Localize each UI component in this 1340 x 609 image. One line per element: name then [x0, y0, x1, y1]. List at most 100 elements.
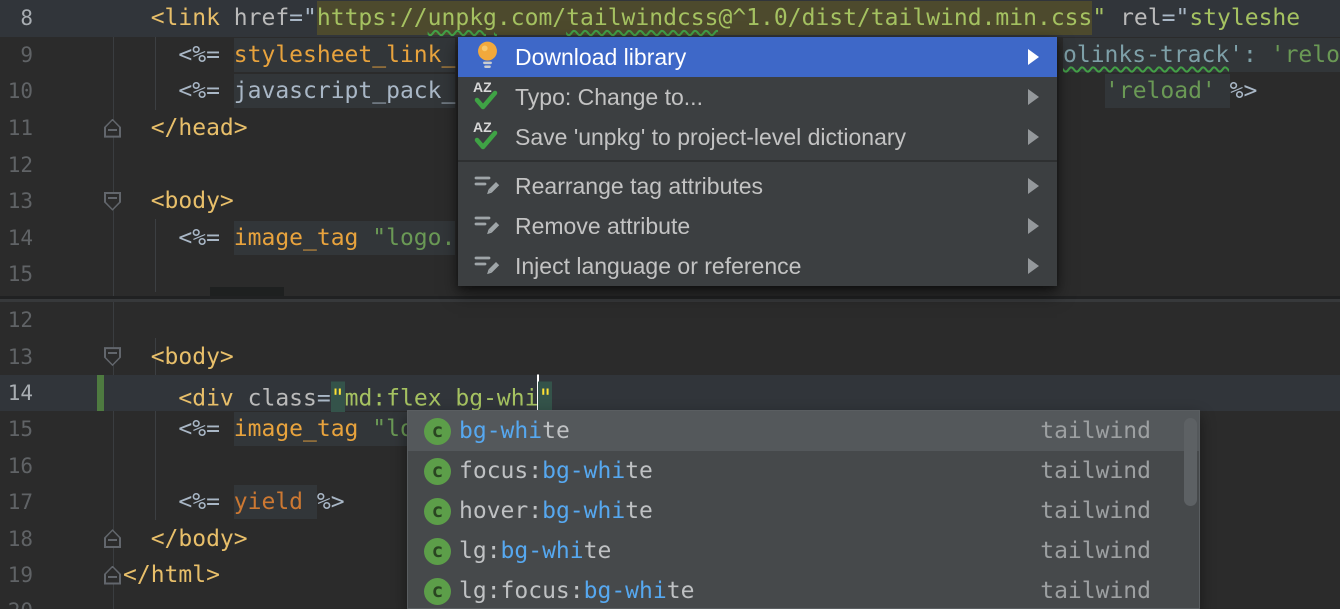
fold-marker-end[interactable]	[104, 566, 121, 585]
code-token: href	[234, 1, 289, 35]
code-line[interactable]: 14 <div class="md:flex bg-whi"	[0, 375, 1340, 411]
line-number: 16	[0, 454, 33, 478]
code-token: image_tag	[234, 412, 372, 446]
line-number: 8	[0, 6, 33, 30]
code-chunk: <%= yield %>	[178, 489, 344, 515]
completion-item-label: hover:bg-white	[459, 498, 653, 524]
completion-library-tag: tailwind	[1040, 578, 1151, 604]
completion-item[interactable]: clg:focus:bg-whitetailwind	[408, 571, 1199, 609]
intention-item[interactable]: AZTypo: Change to...	[458, 77, 1057, 117]
completion-rest-text: te	[542, 418, 570, 444]
line-number: 15	[0, 262, 33, 286]
completion-library-tag: tailwind	[1040, 538, 1151, 564]
completion-item-label: focus:bg-white	[459, 458, 653, 484]
ide-editor-screenshot: 8 <link href="https://unpkg.com/tailwindc…	[0, 0, 1340, 609]
code-token: %>	[1230, 74, 1258, 108]
css-class-icon: c	[424, 498, 451, 525]
code-token: %>	[317, 485, 345, 519]
intention-actions-popup: Download library AZTypo: Change to...AZSa…	[458, 37, 1057, 286]
line-number: 11	[0, 116, 33, 140]
code-token: </body>	[151, 522, 248, 556]
code-token: .com/	[497, 1, 566, 35]
completion-matched-text: bg-whi	[584, 578, 667, 604]
code-chunk: 'reload' %>	[1105, 78, 1257, 104]
completion-item[interactable]: c bg-white tailwind	[408, 411, 1199, 451]
code-chunk: <%= javascript_pack_	[178, 78, 455, 104]
submenu-arrow-icon	[1028, 49, 1039, 65]
code-token	[1106, 1, 1120, 35]
code-line[interactable]: 13 <body>	[0, 338, 1340, 374]
edit-icon	[473, 250, 501, 283]
scrollbar-thumb[interactable]	[1184, 418, 1197, 506]
intention-item-label: Save 'unpkg' to project-level dictionary	[515, 124, 906, 151]
completion-rest-text: te	[667, 578, 695, 604]
line-number: 19	[0, 563, 33, 587]
line-number: 12	[0, 308, 33, 332]
css-class-icon: c	[424, 538, 451, 565]
code-token: image_tag	[234, 221, 372, 255]
fold-marker-start[interactable]	[104, 192, 121, 211]
code-token: https://	[317, 1, 428, 35]
code-token: 'reload'	[1105, 74, 1230, 108]
code-token: tailwindcss	[566, 1, 718, 35]
intention-item-label: Inject language or reference	[515, 253, 801, 280]
completion-item-label: bg-white	[459, 418, 570, 444]
completion-item[interactable]: clg:bg-whitetailwind	[408, 531, 1199, 571]
code-token: ':	[1229, 38, 1271, 72]
submenu-arrow-icon	[1028, 129, 1039, 145]
code-token: unpkg	[428, 1, 497, 35]
completion-matched-text: bg-whi	[501, 538, 584, 564]
line-number: 18	[0, 527, 33, 551]
code-chunk: </body>	[151, 526, 248, 552]
intention-item[interactable]: Rearrange tag attributes	[458, 166, 1057, 206]
code-line[interactable]: 12	[0, 302, 1340, 338]
code-chunk: <%= stylesheet_link_	[178, 42, 455, 68]
code-token: <body>	[151, 340, 234, 374]
line-number: 15	[0, 417, 33, 441]
line-number: 10	[0, 79, 33, 103]
intention-item[interactable]: AZSave 'unpkg' to project-level dictiona…	[458, 117, 1057, 157]
code-token: <%=	[178, 485, 233, 519]
submenu-arrow-icon	[1028, 258, 1039, 274]
fold-marker-end[interactable]	[104, 529, 121, 548]
line-number: 20	[0, 599, 33, 609]
submenu-arrow-icon	[1028, 178, 1039, 194]
intention-item-label: Typo: Change to...	[515, 84, 703, 111]
code-line[interactable]: 8 <link href="https://unpkg.com/tailwindc…	[0, 0, 1340, 37]
code-chunk: <div class="md:flex bg-whi"	[178, 374, 552, 411]
completion-item[interactable]: chover:bg-whitetailwind	[408, 491, 1199, 531]
line-number: 14	[0, 381, 33, 405]
hidden-code-fragment	[210, 287, 284, 296]
lightbulb-icon	[474, 40, 501, 75]
code-token: 'relo	[1271, 38, 1340, 72]
fold-marker-end[interactable]	[104, 119, 121, 138]
code-chunk: </html>	[123, 562, 220, 588]
intention-item[interactable]: Inject language or reference	[458, 246, 1057, 286]
code-token: <%=	[178, 38, 233, 72]
code-chunk: <%= image_tag "lo	[178, 416, 413, 442]
intention-item[interactable]: Download library	[458, 37, 1057, 77]
submenu-arrow-icon	[1028, 89, 1039, 105]
completion-library-tag: tailwind	[1040, 418, 1151, 444]
code-token: ="	[289, 1, 317, 35]
completion-matched-text: bg-whi	[459, 418, 542, 444]
line-number: 13	[0, 345, 33, 369]
code-chunk: <body>	[151, 188, 234, 214]
completion-prefix: lg:focus:	[459, 578, 584, 604]
intention-item-label: Download library	[515, 44, 686, 71]
code-chunk: <link href="https://unpkg.com/tailwindcs…	[151, 5, 1300, 31]
completion-rest-text: te	[625, 498, 653, 524]
submenu-arrow-icon	[1028, 218, 1039, 234]
completion-item[interactable]: cfocus:bg-whitetailwind	[408, 451, 1199, 491]
code-token: </head>	[151, 111, 248, 145]
edit-icon	[473, 170, 501, 203]
completion-rest-text: te	[625, 458, 653, 484]
css-class-icon: c	[424, 418, 451, 445]
code-token: stylesheet_link_	[234, 38, 456, 72]
edit-icon	[473, 210, 501, 243]
code-token: rel	[1120, 1, 1162, 35]
fold-marker-start[interactable]	[104, 347, 121, 366]
code-chunk: <%= image_tag "logo.	[178, 225, 455, 251]
intention-item[interactable]: Remove attribute	[458, 206, 1057, 246]
line-number: 13	[0, 189, 33, 213]
